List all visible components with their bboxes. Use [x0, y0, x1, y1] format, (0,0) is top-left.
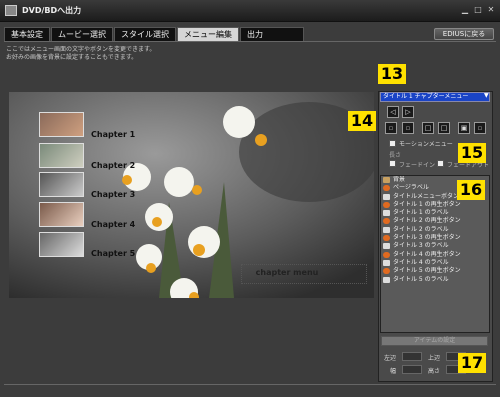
first-page-icon[interactable]: ◁ — [387, 106, 399, 118]
item-settings-button[interactable]: アイテムの設定 — [381, 336, 488, 346]
chapter-label-2[interactable]: Chapter 2 — [91, 161, 135, 170]
button-icon — [383, 218, 390, 225]
minimize-icon[interactable]: ▁ — [460, 5, 470, 15]
app-icon — [5, 5, 17, 16]
chapter-thumbnail-5[interactable] — [39, 232, 84, 257]
fade-out-checkbox[interactable] — [437, 160, 444, 167]
title-bar: DVD/BDへ出力 ▁ □ ✕ — [0, 0, 500, 22]
align-left-icon[interactable]: ▫ — [385, 122, 397, 134]
list-item[interactable]: タイトル 2 の再生ボタン — [381, 217, 489, 225]
fade-in-label: フェードイン — [399, 162, 436, 169]
callout-17: 17 — [458, 353, 486, 373]
button-icon — [383, 201, 390, 208]
chapter-thumbnail-1[interactable] — [39, 112, 84, 137]
layout-d-icon[interactable]: ▫ — [474, 122, 486, 134]
maximize-icon[interactable]: □ — [473, 5, 483, 15]
chapter-label-1[interactable]: Chapter 1 — [91, 130, 135, 139]
label-icon — [383, 193, 390, 200]
description-line-2: お好みの画像を背景に設定することもできます。 — [6, 54, 138, 61]
menu-select[interactable]: タイトル 1 チャプターメニュー — [380, 92, 490, 102]
next-page-icon[interactable]: ▷ — [402, 106, 414, 118]
list-item[interactable]: タイトル 4 の再生ボタン — [381, 251, 489, 259]
button-icon — [383, 185, 390, 192]
layout-b-icon[interactable]: □ — [438, 122, 450, 134]
back-to-edius-button[interactable]: EDIUSに戻る — [434, 28, 494, 40]
chapter-label-3[interactable]: Chapter 3 — [91, 190, 135, 199]
tab-basic-settings[interactable]: 基本設定 — [4, 27, 50, 41]
top-label: 上辺 — [428, 355, 441, 362]
left-label: 左辺 — [384, 355, 397, 362]
left-field[interactable] — [402, 352, 422, 361]
button-icon — [383, 268, 390, 275]
description-line-1: ここではメニュー画面の文字やボタンを変更できます。 — [6, 46, 156, 53]
chapter-thumbnail-4[interactable] — [39, 202, 84, 227]
callout-14: 14 — [348, 111, 376, 131]
label-icon — [383, 276, 390, 283]
label-icon — [383, 259, 390, 266]
label-icon — [383, 210, 390, 217]
width-label: 幅 — [390, 368, 397, 375]
list-item[interactable]: タイトル 2 のラベル — [381, 226, 489, 234]
list-item[interactable]: タイトル 5 のラベル — [381, 276, 489, 284]
divider — [4, 384, 496, 385]
tab-output[interactable]: 出力 — [240, 27, 304, 41]
chapter-label-4[interactable]: Chapter 4 — [91, 220, 135, 229]
motion-menu-checkbox[interactable] — [389, 140, 396, 147]
fade-in-checkbox[interactable] — [389, 160, 396, 167]
list-item[interactable]: タイトル 1 の再生ボタン — [381, 201, 489, 209]
callout-16: 16 — [457, 180, 485, 200]
layout-a-icon[interactable]: □ — [422, 122, 434, 134]
chapter-thumbnail-2[interactable] — [39, 143, 84, 168]
chapter-label-5[interactable]: Chapter 5 — [91, 249, 135, 258]
button-icon — [383, 251, 390, 258]
window-title: DVD/BDへ出力 — [22, 6, 82, 15]
close-icon[interactable]: ✕ — [486, 5, 496, 15]
tab-movie-select[interactable]: ムービー選択 — [51, 27, 113, 41]
list-item[interactable]: タイトル 3 のラベル — [381, 242, 489, 250]
chapter-thumbnail-3[interactable] — [39, 172, 84, 197]
list-item[interactable]: タイトル 5 の再生ボタン — [381, 267, 489, 275]
callout-13: 13 — [378, 64, 406, 84]
menu-title-text[interactable]: chapter menu — [227, 268, 347, 277]
menu-preview[interactable]: Chapter 1 Chapter 2 Chapter 3 Chapter 4 … — [9, 92, 374, 298]
callout-15: 15 — [458, 143, 486, 163]
motion-menu-label: モーションメニュー — [399, 141, 453, 148]
layout-c-icon[interactable]: ▣ — [458, 122, 470, 134]
tab-style-select[interactable]: スタイル選択 — [114, 27, 176, 41]
length-label: 長さ — [389, 152, 402, 159]
button-icon — [383, 235, 390, 242]
chevron-down-icon[interactable]: ▼ — [484, 92, 489, 99]
label-icon — [383, 243, 390, 250]
align-right-icon[interactable]: ▫ — [402, 122, 414, 134]
width-field[interactable] — [402, 365, 422, 374]
tab-menu-edit[interactable]: メニュー編集 — [177, 27, 239, 41]
tab-bar: 基本設定 ムービー選択 スタイル選択 メニュー編集 出力 — [4, 27, 305, 41]
divider — [4, 41, 496, 42]
label-icon — [383, 226, 390, 233]
folder-icon — [383, 177, 390, 183]
height-label: 高さ — [428, 368, 441, 375]
